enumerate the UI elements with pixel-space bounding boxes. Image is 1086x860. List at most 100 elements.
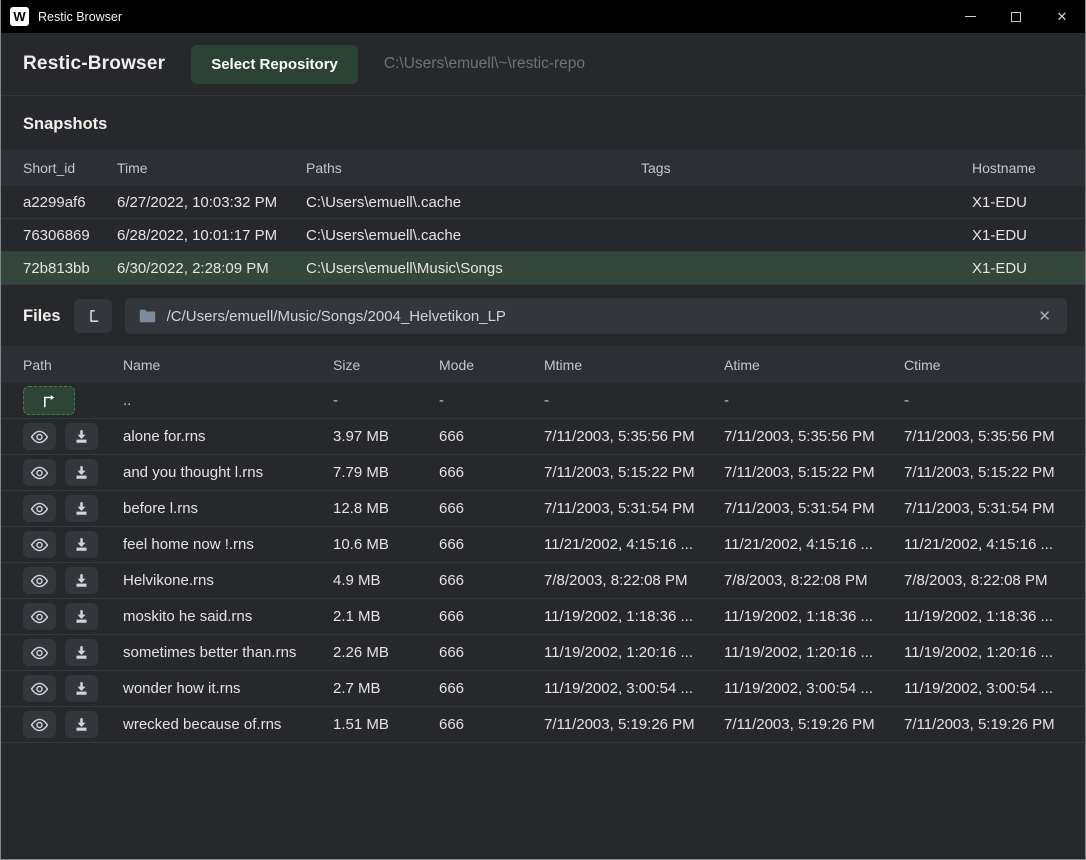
preview-file-button[interactable] xyxy=(23,567,56,594)
preview-file-button[interactable] xyxy=(23,531,56,558)
go-to-parent-button[interactable] xyxy=(23,386,75,415)
window-title: Restic Browser xyxy=(38,10,122,24)
arrow-up-right-icon xyxy=(40,394,58,408)
file-row: Helvikone.rns4.9 MB6667/8/2003, 8:22:08 … xyxy=(1,563,1085,599)
file-size: 10.6 MB xyxy=(333,536,439,553)
download-file-button[interactable] xyxy=(65,459,98,486)
download-file-button[interactable] xyxy=(65,495,98,522)
download-icon xyxy=(74,465,89,480)
minimize-button[interactable] xyxy=(947,0,993,33)
preview-file-button[interactable] xyxy=(23,711,56,738)
file-row: and you thought l.rns7.79 MB6667/11/2003… xyxy=(1,455,1085,491)
download-file-button[interactable] xyxy=(65,567,98,594)
file-mtime: 7/11/2003, 5:31:54 PM xyxy=(544,500,724,517)
preview-file-button[interactable] xyxy=(23,459,56,486)
column-header-mtime: Mtime xyxy=(544,357,724,373)
snapshot-time: 6/30/2022, 2:28:09 PM xyxy=(117,260,306,277)
minimize-icon xyxy=(965,16,976,17)
file-atime: 11/19/2002, 1:20:16 ... xyxy=(724,644,904,661)
file-actions xyxy=(23,675,123,702)
download-icon xyxy=(74,501,89,516)
close-button[interactable]: ✕ xyxy=(1039,0,1085,33)
column-header-path: Path xyxy=(23,357,123,373)
parent-mode: - xyxy=(439,392,544,409)
parent-mtime: - xyxy=(544,392,724,409)
page-title: Restic-Browser xyxy=(23,53,165,75)
file-ctime: 11/19/2002, 3:00:54 ... xyxy=(904,680,1077,697)
file-atime: 11/19/2002, 3:00:54 ... xyxy=(724,680,904,697)
file-atime: 7/11/2003, 5:19:26 PM xyxy=(724,716,904,733)
download-file-button[interactable] xyxy=(65,603,98,630)
snapshot-short-id: 72b813bb xyxy=(23,260,117,277)
file-mtime: 7/8/2003, 8:22:08 PM xyxy=(544,572,724,589)
snapshot-short-id: a2299af6 xyxy=(23,194,117,211)
current-path-value: /C/Users/emuell/Music/Songs/2004_Helveti… xyxy=(167,308,1026,325)
download-icon xyxy=(74,681,89,696)
snapshot-paths: C:\Users\emuell\.cache xyxy=(306,194,641,211)
app-window: W Restic Browser ✕ Restic-Browser Select… xyxy=(0,0,1086,860)
eye-icon xyxy=(30,430,49,444)
snapshot-hostname: X1-EDU xyxy=(972,194,1077,211)
file-actions xyxy=(23,459,123,486)
preview-file-button[interactable] xyxy=(23,675,56,702)
files-table-header: Path Name Size Mode Mtime Atime Ctime xyxy=(1,346,1085,383)
file-mode: 666 xyxy=(439,572,544,589)
file-ctime: 7/11/2003, 5:15:22 PM xyxy=(904,464,1077,481)
file-name: Helvikone.rns xyxy=(123,572,333,589)
repository-path: C:\Users\emuell\~\restic-repo xyxy=(384,55,585,73)
download-file-button[interactable] xyxy=(65,711,98,738)
snapshot-paths: C:\Users\emuell\Music\Songs xyxy=(306,260,641,277)
file-size: 1.51 MB xyxy=(333,716,439,733)
clear-path-button[interactable]: ✕ xyxy=(1036,307,1053,325)
file-size: 2.7 MB xyxy=(333,680,439,697)
file-mode: 666 xyxy=(439,500,544,517)
download-file-button[interactable] xyxy=(65,639,98,666)
file-name: wrecked because of.rns xyxy=(123,716,333,733)
column-header-size: Size xyxy=(333,357,439,373)
parent-atime: - xyxy=(724,392,904,409)
file-mode: 666 xyxy=(439,644,544,661)
file-mtime: 7/11/2003, 5:35:56 PM xyxy=(544,428,724,445)
file-name: alone for.rns xyxy=(123,428,333,445)
file-ctime: 11/19/2002, 1:18:36 ... xyxy=(904,608,1077,625)
snapshot-row[interactable]: 763068696/28/2022, 10:01:17 PMC:\Users\e… xyxy=(1,219,1085,252)
preview-file-button[interactable] xyxy=(23,639,56,666)
preview-file-button[interactable] xyxy=(23,603,56,630)
eye-icon xyxy=(30,538,49,552)
file-mode: 666 xyxy=(439,608,544,625)
file-name: before l.rns xyxy=(123,500,333,517)
preview-file-button[interactable] xyxy=(23,495,56,522)
download-icon xyxy=(74,537,89,552)
preview-file-button[interactable] xyxy=(23,423,56,450)
file-actions xyxy=(23,423,123,450)
column-header-hostname: Hostname xyxy=(972,160,1077,176)
snapshots-table-header: Short_id Time Paths Tags Hostname xyxy=(1,149,1085,186)
file-ctime: 7/8/2003, 8:22:08 PM xyxy=(904,572,1077,589)
snapshot-row[interactable]: 72b813bb6/30/2022, 2:28:09 PMC:\Users\em… xyxy=(1,252,1085,285)
column-header-paths: Paths xyxy=(306,160,641,176)
parent-directory-name[interactable]: .. xyxy=(123,392,333,409)
download-file-button[interactable] xyxy=(65,675,98,702)
current-path-bar[interactable]: /C/Users/emuell/Music/Songs/2004_Helveti… xyxy=(125,298,1067,334)
file-name: feel home now !.rns xyxy=(123,536,333,553)
eye-icon xyxy=(30,646,49,660)
file-actions xyxy=(23,711,123,738)
file-name: wonder how it.rns xyxy=(123,680,333,697)
download-file-button[interactable] xyxy=(65,423,98,450)
file-mtime: 7/11/2003, 5:15:22 PM xyxy=(544,464,724,481)
file-atime: 7/11/2003, 5:35:56 PM xyxy=(724,428,904,445)
maximize-button[interactable] xyxy=(993,0,1039,33)
snapshot-row[interactable]: a2299af66/27/2022, 10:03:32 PMC:\Users\e… xyxy=(1,186,1085,219)
eye-icon xyxy=(30,682,49,696)
snapshot-paths: C:\Users\emuell\.cache xyxy=(306,227,641,244)
eye-icon xyxy=(30,502,49,516)
file-ctime: 7/11/2003, 5:35:56 PM xyxy=(904,428,1077,445)
file-mode: 666 xyxy=(439,428,544,445)
folder-icon xyxy=(139,309,156,323)
file-actions xyxy=(23,531,123,558)
file-mtime: 11/19/2002, 3:00:54 ... xyxy=(544,680,724,697)
tree-toggle-button[interactable] xyxy=(74,299,112,333)
select-repository-button[interactable]: Select Repository xyxy=(191,45,358,84)
app-logo-icon: W xyxy=(10,7,29,26)
download-file-button[interactable] xyxy=(65,531,98,558)
